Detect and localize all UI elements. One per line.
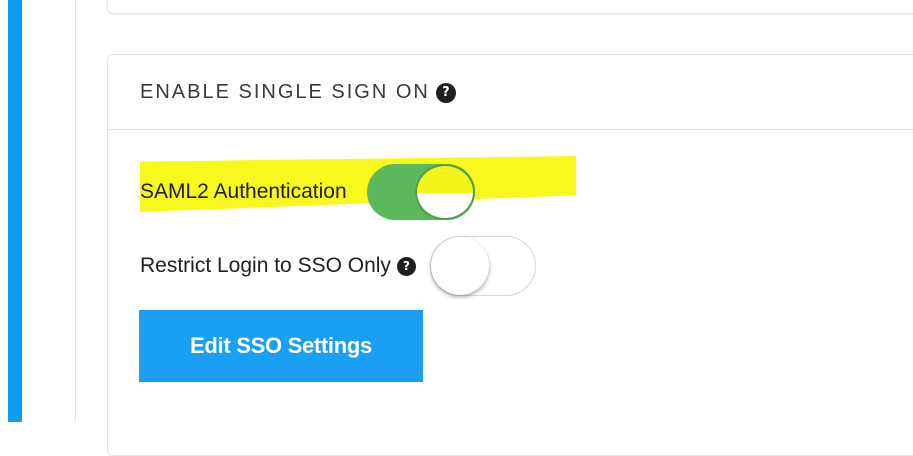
- previous-panel: [107, 0, 913, 14]
- saml-label: SAML2 Authentication: [140, 180, 347, 203]
- toggle-knob: [430, 237, 489, 295]
- help-icon[interactable]: ?: [435, 82, 456, 103]
- sidebar-accent-bar: [8, 0, 22, 422]
- saml-row: SAML2 Authentication: [140, 164, 475, 220]
- saml-toggle[interactable]: [366, 164, 475, 220]
- edit-sso-settings-button[interactable]: Edit SSO Settings: [139, 310, 423, 382]
- restrict-row: Restrict Login to SSO Only ?: [140, 236, 536, 296]
- help-icon[interactable]: ?: [396, 256, 416, 276]
- toggle-knob: [414, 164, 475, 220]
- sidebar-divider: [75, 0, 76, 422]
- restrict-label: Restrict Login to SSO Only: [140, 254, 391, 277]
- panel-title: ENABLE SINGLE SIGN ON: [140, 80, 430, 103]
- restrict-toggle[interactable]: [429, 236, 536, 296]
- panel-header: ENABLE SINGLE SIGN ON ?: [108, 55, 913, 130]
